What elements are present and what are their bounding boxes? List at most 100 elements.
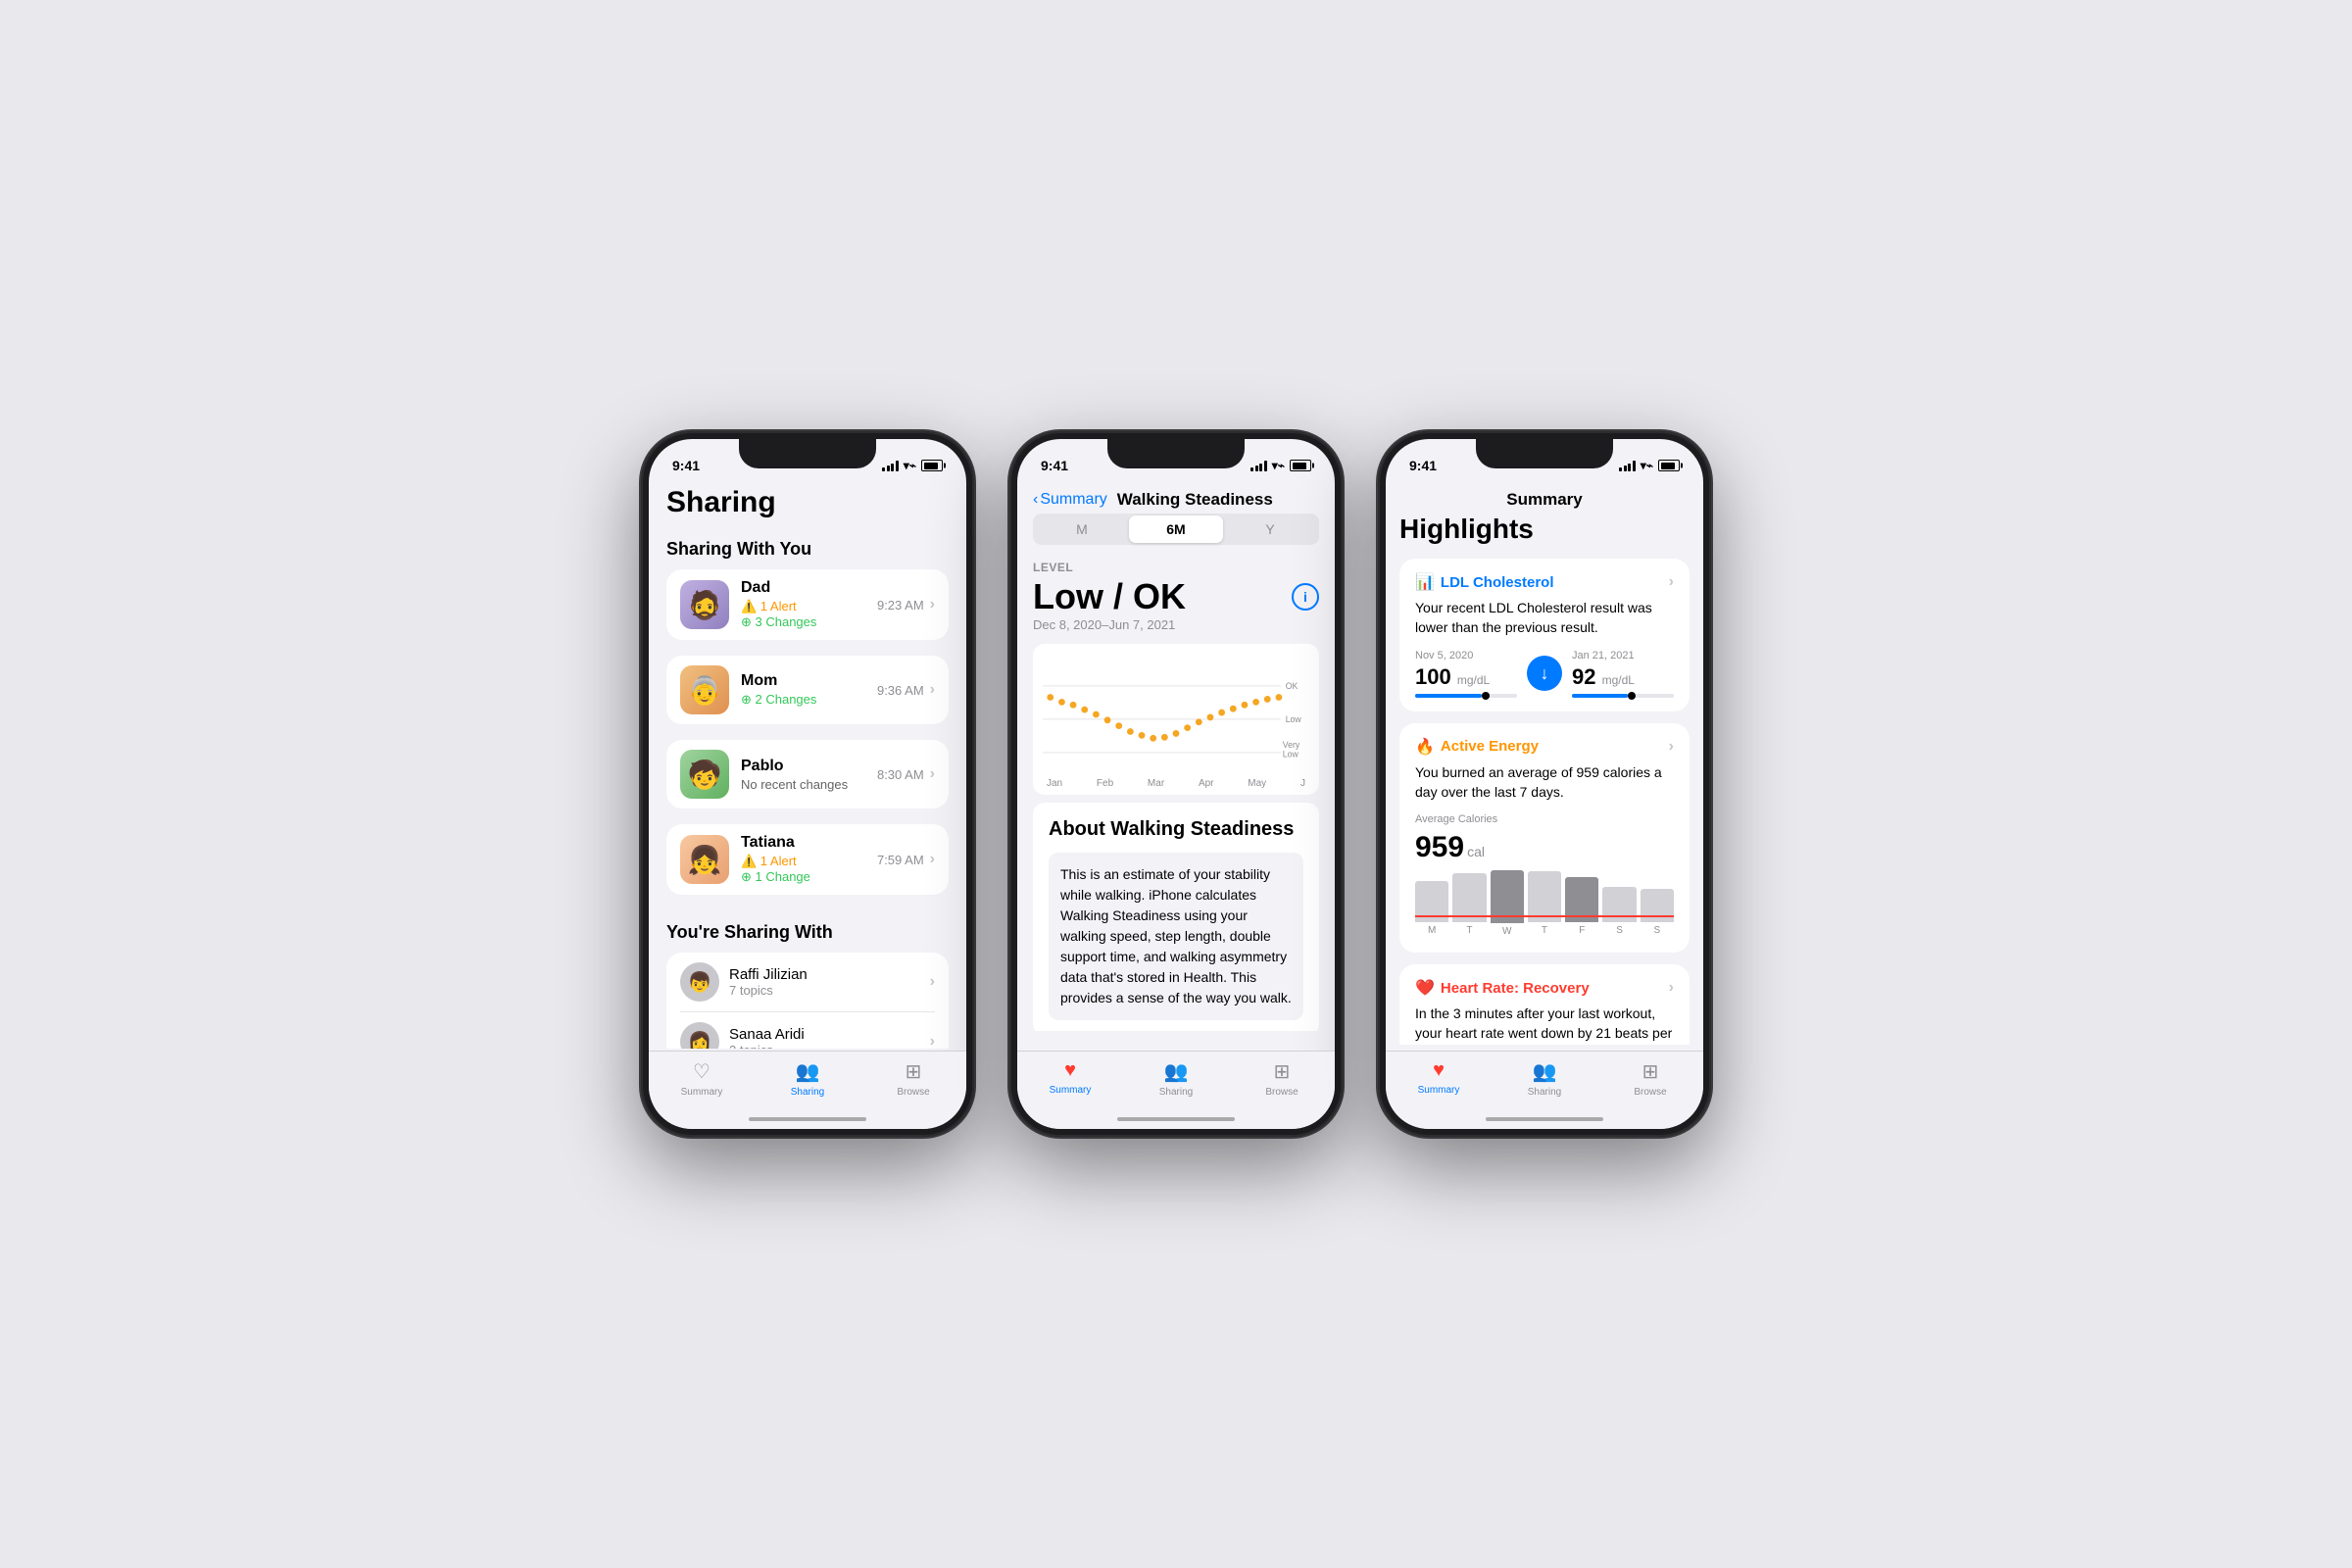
highlight-card-ldl[interactable]: 📊 LDL Cholesterol › Your recent LDL Chol… (1399, 559, 1690, 711)
ws-chart-x-labels: Jan Feb Mar Apr May J (1043, 778, 1309, 789)
alert-tatiana: ⚠️ 1 Alert (741, 854, 797, 868)
status-time-2: 9:41 (1041, 458, 1068, 473)
ws-level-value: Low / OK i (1033, 576, 1319, 617)
tab-label-sharing-3: Sharing (1528, 1087, 1561, 1098)
tab-summary-2[interactable]: ♥ Summary (1017, 1059, 1123, 1096)
heart-tab-icon-3: ♥ (1433, 1059, 1445, 1082)
home-indicator-1 (749, 1117, 866, 1121)
svg-text:Low: Low (1286, 714, 1302, 724)
contact-sub-mom: ⊕ 2 Changes (741, 692, 865, 708)
contact-card-dad[interactable]: 🧔 Dad ⚠️ 1 Alert ⊕ 3 Changes 9:23 AM › (666, 569, 949, 640)
contact-sub-tatiana: ⚠️ 1 Alert ⊕ 1 Change (741, 854, 865, 885)
ws-back-button[interactable]: ‹ Summary (1033, 491, 1107, 509)
wifi-icon-3: ▾⌁ (1641, 459, 1653, 472)
time-btn-y[interactable]: Y (1223, 515, 1317, 543)
ldl-title-row: 📊 LDL Cholesterol (1415, 572, 1554, 592)
contact-name-mom: Mom (741, 672, 865, 690)
alert-dad: ⚠️ 1 Alert (741, 599, 797, 613)
status-time-1: 9:41 (672, 458, 700, 473)
tab-label-summary-2: Summary (1050, 1085, 1092, 1096)
chevron-right-mom: › (930, 681, 935, 699)
avatar-mom: 👵 (680, 665, 729, 714)
bar-col-t2: T (1528, 870, 1561, 939)
ldl-date-after: Jan 21, 2021 (1572, 650, 1674, 662)
tab-browse-1[interactable]: ⊞ Browse (860, 1059, 966, 1098)
contact-time-tatiana: 7:59 AM (877, 853, 924, 867)
sharing-title: Sharing (666, 482, 949, 519)
avatar-pablo: 🧒 (680, 750, 729, 799)
svg-text:Low: Low (1283, 750, 1299, 760)
tab-browse-2[interactable]: ⊞ Browse (1229, 1059, 1335, 1098)
tab-label-summary-1: Summary (681, 1087, 723, 1098)
tab-label-sharing-2: Sharing (1159, 1087, 1193, 1098)
name-raffi: Raffi Jilizian (729, 966, 920, 983)
calorie-value-row: 959 cal (1415, 831, 1674, 864)
bar-col-m: M (1415, 870, 1448, 939)
changes-dad: ⊕ 3 Changes (741, 614, 816, 629)
bar-t2 (1528, 871, 1561, 922)
ldl-header: 📊 LDL Cholesterol › (1415, 572, 1674, 592)
x-label-apr: Apr (1199, 778, 1214, 789)
tab-browse-3[interactable]: ⊞ Browse (1597, 1059, 1703, 1098)
changes-tatiana: ⊕ 1 Change (741, 869, 810, 884)
ws-info-icon[interactable]: i (1292, 583, 1319, 611)
bar-col-f: F (1565, 870, 1598, 939)
ws-about-section: About Walking Steadiness This is an esti… (1033, 803, 1319, 1031)
ldl-comparison: Nov 5, 2020 100 mg/dL ↓ Jan 21, 2021 92 … (1415, 650, 1674, 698)
browse-tab-icon-3: ⊞ (1642, 1059, 1659, 1084)
x-label-jan: Jan (1047, 778, 1062, 789)
bar-label-t2: T (1542, 925, 1547, 939)
tab-sharing-2[interactable]: 👥 Sharing (1123, 1059, 1229, 1098)
phone-screen-walking: 9:41 ▾⌁ ‹ Summary Walking Steadine (1017, 439, 1335, 1129)
ldl-icon: 📊 (1415, 572, 1435, 592)
ws-date-range: Dec 8, 2020–Jun 7, 2021 (1033, 617, 1319, 632)
ldl-desc: Your recent LDL Cholesterol result was l… (1415, 598, 1674, 638)
tab-label-browse-3: Browse (1634, 1087, 1666, 1098)
ldl-value-after: 92 mg/dL (1572, 664, 1674, 690)
simple-contact-raffi[interactable]: 👦 Raffi Jilizian 7 topics › (680, 953, 935, 1012)
chevron-right-dad: › (930, 596, 935, 613)
highlights-title: Highlights (1399, 514, 1690, 545)
bar-label-t1: T (1466, 925, 1472, 939)
highlight-card-heartrate[interactable]: ❤️ Heart Rate: Recovery › In the 3 minut… (1399, 964, 1690, 1045)
highlight-card-energy[interactable]: 🔥 Active Energy › You burned an average … (1399, 723, 1690, 954)
heartrate-header: ❤️ Heart Rate: Recovery › (1415, 978, 1674, 998)
tab-bar-2: ♥ Summary 👥 Sharing ⊞ Browse (1017, 1051, 1335, 1129)
signal-icon-2 (1250, 460, 1267, 471)
tab-sharing-1[interactable]: 👥 Sharing (755, 1059, 860, 1098)
summary-nav-title: Summary (1386, 482, 1703, 514)
tab-summary-3[interactable]: ♥ Summary (1386, 1059, 1492, 1096)
chevron-right-pablo: › (930, 765, 935, 783)
browse-tab-icon-1: ⊞ (906, 1059, 922, 1084)
energy-chevron: › (1669, 738, 1674, 756)
phone-sharing: 9:41 ▾⌁ Sharing Sharing With You (641, 431, 974, 1137)
bar-s2 (1641, 889, 1674, 922)
topics-raffi: 7 topics (729, 983, 920, 998)
svg-text:OK: OK (1286, 681, 1298, 691)
tab-sharing-3[interactable]: 👥 Sharing (1492, 1059, 1597, 1098)
notch-3 (1476, 439, 1613, 468)
ws-level-label: LEVEL (1033, 561, 1319, 574)
calorie-unit: cal (1467, 844, 1485, 859)
tab-summary-1[interactable]: ♡ Summary (649, 1059, 755, 1098)
status-icons-3: ▾⌁ (1619, 459, 1680, 472)
ws-about-text: This is an estimate of your stability wh… (1060, 864, 1292, 1008)
bar-label-s2: S (1653, 925, 1660, 939)
contact-card-mom[interactable]: 👵 Mom ⊕ 2 Changes 9:36 AM › (666, 656, 949, 724)
avatar-tatiana: 👧 (680, 835, 729, 884)
time-btn-6m[interactable]: 6M (1129, 515, 1223, 543)
contact-card-pablo[interactable]: 🧒 Pablo No recent changes 8:30 AM › (666, 740, 949, 808)
ldl-name: LDL Cholesterol (1441, 574, 1554, 591)
energy-icon: 🔥 (1415, 737, 1435, 757)
ldl-date-before: Nov 5, 2020 (1415, 650, 1517, 662)
tab-label-browse-2: Browse (1265, 1087, 1298, 1098)
contact-card-tatiana[interactable]: 👧 Tatiana ⚠️ 1 Alert ⊕ 1 Change 7:59 AM … (666, 824, 949, 895)
time-btn-m[interactable]: M (1035, 515, 1129, 543)
bar-chart-calories: M T W T (1415, 870, 1674, 939)
contact-info-mom: Mom ⊕ 2 Changes (741, 672, 865, 708)
calorie-label: Average Calories (1415, 813, 1674, 825)
changes-mom: ⊕ 2 Changes (741, 692, 816, 707)
ldl-item-after: Jan 21, 2021 92 mg/dL (1572, 650, 1674, 698)
simple-contact-sanaa[interactable]: 👩 Sanaa Aridi 2 topics › (680, 1012, 935, 1049)
name-sanaa: Sanaa Aridi (729, 1026, 920, 1043)
